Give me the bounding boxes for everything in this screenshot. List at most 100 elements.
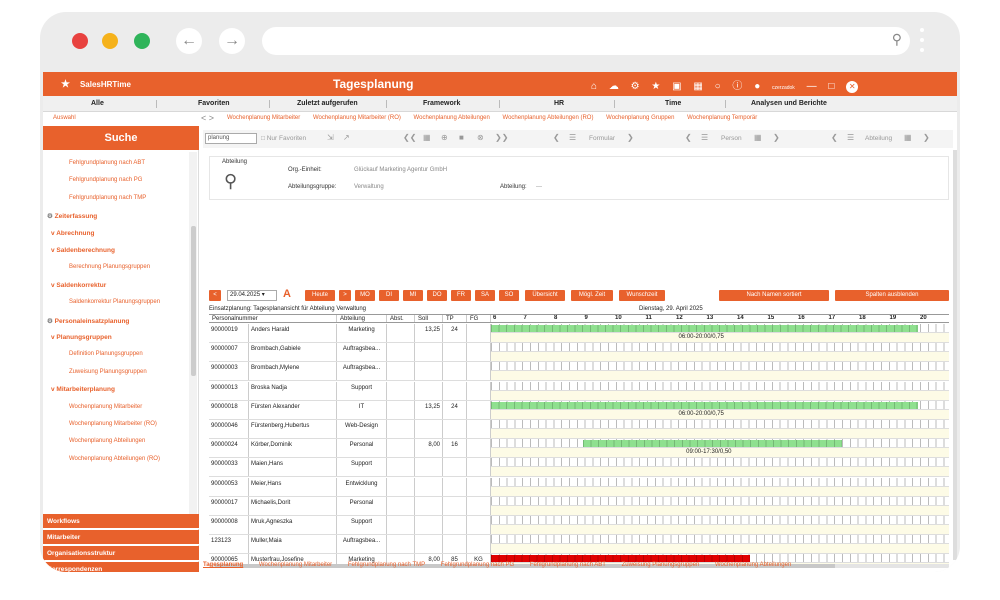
cloud-icon[interactable]: ☁ — [609, 81, 619, 92]
table-row[interactable]: 90000033 Maien,Hans Support — [209, 458, 949, 478]
tab-scroll-icon[interactable]: < > — [201, 113, 214, 123]
table-row[interactable]: 90000053 Meier,Hans Entwicklung — [209, 477, 949, 497]
window-icon[interactable]: □ — [828, 81, 834, 92]
sidebar-item[interactable]: v Abrechnung — [51, 230, 94, 237]
list-icon[interactable]: ☰ — [569, 133, 576, 142]
bottom-tab-tagesplanung[interactable]: Tagesplanung — [203, 562, 243, 568]
accordion-mitarbeiter[interactable]: Mitarbeiter — [43, 530, 199, 545]
prev-day-button[interactable]: < — [209, 290, 221, 301]
sidebar-item[interactable]: Saldenkorrektur Planungsgruppen — [69, 299, 160, 305]
menu-favoriten[interactable]: Favoriten — [198, 100, 230, 107]
maximize-window-dot[interactable] — [134, 33, 150, 49]
close-window-dot[interactable] — [72, 33, 88, 49]
cancel-icon[interactable]: ⊗ — [477, 133, 484, 142]
table-row[interactable]: 90000019 Anders Harald Marketing 13,25 24 06:… — [209, 324, 949, 343]
day-fr-button[interactable]: FR — [451, 290, 471, 301]
timeline-track[interactable] — [491, 343, 949, 353]
accordion-workflows[interactable]: Workflows — [43, 514, 199, 529]
timeline-cell[interactable]: 06:00-20:00/0,75 — [491, 324, 949, 342]
bottom-tab-wochenplanung-mitarbeiter[interactable]: Wochenplanung Mitarbeiter — [259, 562, 332, 568]
table-row[interactable]: 90000024 Körber,Dominik Personal 8,00 16 09:0… — [209, 439, 949, 459]
tab-wochenplanung-mitarbeiter-ro[interactable]: Wochenplanung Mitarbeiter (RO) — [313, 115, 401, 121]
search-input[interactable]: planung — [205, 133, 257, 144]
bottom-tab-wochenplanung-abteilungen[interactable]: Wochenplanung Abteilungen — [715, 562, 791, 568]
accordion-organisationsstruktur[interactable]: Organisationsstruktur — [43, 546, 199, 561]
menu-time[interactable]: Time — [665, 100, 681, 107]
shift-bar[interactable] — [491, 325, 918, 332]
day-sa-button[interactable]: SA — [475, 290, 495, 301]
forward-icon[interactable]: → — [219, 28, 245, 54]
day-do-button[interactable]: DO — [427, 290, 447, 301]
table-row[interactable]: 90000003 Brombach,Mylene Auftragsbea... — [209, 362, 949, 382]
calendar-icon[interactable]: ▦ — [693, 81, 702, 92]
date-input[interactable]: 29.04.2025 ▾ — [227, 290, 277, 301]
column-header[interactable]: TP — [443, 315, 467, 322]
sidebar-item[interactable]: Zuweisung Planungsgruppen — [69, 369, 147, 375]
vertical-scrollbar[interactable] — [953, 150, 957, 560]
timeline-track[interactable] — [491, 535, 949, 545]
auswahl-link[interactable]: Auswahl — [53, 115, 76, 121]
table-row[interactable]: 90000013 Broska Nadja Support — [209, 381, 949, 401]
person-label[interactable]: Person — [721, 135, 742, 142]
sidebar-item[interactable]: Wochenplanung Abteilungen — [69, 438, 145, 444]
timeline-cell[interactable] — [491, 343, 949, 362]
favorite-star-icon[interactable]: ★ — [651, 81, 660, 92]
hide-columns-button[interactable]: Spalten ausblenden — [835, 290, 949, 301]
bottom-tab-zuweisung[interactable]: Zuweisung Planungsgruppen — [622, 562, 700, 568]
menu-zuletzt[interactable]: Zuletzt aufgerufen — [297, 100, 358, 107]
tab-wochenplanung-temporaer[interactable]: Wochenplanung Temporär — [687, 115, 757, 121]
prev-form-icon[interactable]: ❮ — [553, 133, 560, 142]
menu-framework[interactable]: Framework — [423, 100, 460, 107]
sidebar-search-title[interactable]: Suche — [43, 126, 199, 150]
bottom-tab-fehlgrund-tmp[interactable]: Fehlgrundplanung nach TMP — [348, 562, 425, 568]
timeline-cell[interactable]: 06:00-20:00/0,75 — [491, 400, 949, 419]
user-name[interactable]: czerzadok — [772, 85, 795, 91]
prev-dept-icon[interactable]: ❮ — [831, 133, 838, 142]
delete-icon[interactable]: ■ — [459, 133, 464, 142]
collapse-icon[interactable]: ⇲ — [327, 133, 334, 142]
sidebar-item[interactable]: ⚙ Personaleinsatzplanung — [47, 317, 129, 325]
sort-button[interactable]: Nach Namen sortiert — [719, 290, 829, 301]
kebab-menu-icon[interactable] — [920, 28, 926, 58]
timeline-track[interactable] — [491, 458, 949, 468]
first-icon[interactable]: ❮❮ — [403, 133, 416, 142]
day-mo-button[interactable]: MO — [355, 290, 375, 301]
today-button[interactable]: Heute — [305, 290, 335, 301]
brand[interactable]: ★ SalesHRTime — [61, 79, 131, 90]
wishtime-button[interactable]: Wunschzeit — [619, 290, 665, 301]
close-icon[interactable]: ✕ — [846, 81, 859, 93]
table-row[interactable]: 90000018 Fürsten Alexander IT 13,25 24 06:00-… — [209, 400, 949, 420]
tab-wochenplanung-abteilungen[interactable]: Wochenplanung Abteilungen — [414, 115, 490, 121]
address-bar[interactable]: ⚲ — [262, 27, 910, 55]
timeline-track[interactable] — [491, 516, 949, 525]
menu-analysen[interactable]: Analysen und Berichte — [751, 100, 827, 107]
table-row[interactable]: 90000008 Mruk,Agneszka Support — [209, 516, 949, 535]
shift-bar[interactable] — [582, 440, 842, 448]
timeline-cell[interactable] — [491, 420, 949, 438]
timeline-cell[interactable] — [491, 381, 949, 400]
accordion-korrespondenzen[interactable]: Korrespondenzen — [43, 562, 199, 572]
timeline-cell[interactable] — [491, 535, 949, 554]
lock-icon[interactable]: ▣ — [672, 81, 681, 92]
dept-calendar-icon[interactable]: ▦ — [904, 133, 912, 142]
next-person-icon[interactable]: ❯ — [773, 133, 780, 142]
menu-hr[interactable]: HR — [554, 100, 564, 107]
sidebar-item[interactable]: Wochenplanung Mitarbeiter (RO) — [69, 421, 157, 427]
possible-time-button[interactable]: Mögl. Zeit — [571, 290, 613, 301]
column-header[interactable]: Abst. — [387, 315, 415, 322]
chat-icon[interactable]: ○ — [715, 81, 721, 92]
table-row[interactable]: 123123 Muller,Maia Auftragsbea... — [209, 535, 949, 555]
bottom-tab-fehlgrund-abt[interactable]: Fehlgrundplanung nach ABT — [530, 562, 606, 568]
timeline-cell[interactable] — [491, 458, 949, 477]
timeline-cell[interactable] — [491, 362, 949, 381]
prev-person-icon[interactable]: ❮ — [685, 133, 692, 142]
timeline-track[interactable] — [491, 420, 949, 429]
sidebar-item[interactable]: v Planungsgruppen — [51, 334, 112, 341]
column-header[interactable]: Abteilung — [337, 315, 387, 322]
add-icon[interactable]: ⊕ — [441, 133, 448, 142]
overview-button[interactable]: Übersicht — [525, 290, 565, 301]
timeline-track[interactable] — [491, 477, 949, 487]
dept-value[interactable]: --- — [536, 184, 542, 190]
column-header[interactable]: Personalnummer — [209, 315, 337, 322]
dept-list-icon[interactable]: ☰ — [847, 133, 854, 142]
